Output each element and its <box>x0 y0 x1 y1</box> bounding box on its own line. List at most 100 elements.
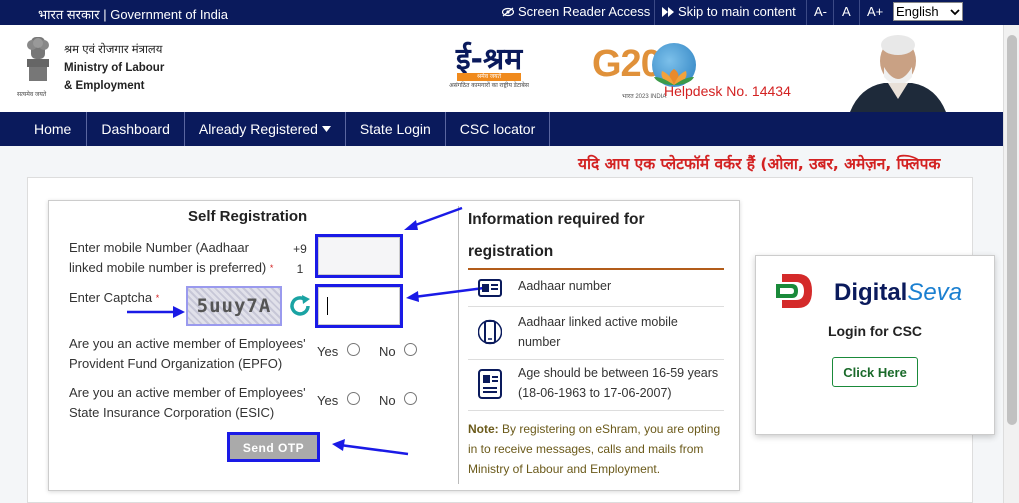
eshram-subtitle: असंगठित कामगारों का राष्ट्रीय डेटाबेस <box>449 83 529 89</box>
digital-seva-logo-icon <box>776 274 812 308</box>
info-mobile-text: Aadhaar linked active mobile number <box>518 312 678 352</box>
screen-reader-access-link[interactable]: Screen Reader Access <box>502 4 650 19</box>
mobile-label-line1: Enter mobile Number (Aadhaar <box>69 240 249 255</box>
eshram-tagline: श्रमेव जयते <box>476 74 502 80</box>
epfo-yes-label: Yes <box>317 344 339 359</box>
divider <box>833 0 834 25</box>
eshram-logo[interactable]: ई-श्रम श्रमेव जयते असंगठित कामगारों का र… <box>447 37 531 97</box>
eye-slash-icon <box>502 7 514 16</box>
skip-to-main-content-link[interactable]: Skip to main content <box>662 4 796 19</box>
emblem-caption: सत्यमेव जयते <box>17 92 47 98</box>
esic-yes-radio[interactable] <box>347 392 360 405</box>
epfo-no-radio[interactable] <box>404 343 417 356</box>
required-asterisk: * <box>155 293 160 303</box>
epfo-question: Are you an active member of Employees' P… <box>69 334 306 374</box>
scrollbar-thumb[interactable] <box>1007 35 1017 425</box>
national-emblem-icon <box>27 37 49 81</box>
chevron-down-icon <box>950 8 960 15</box>
g20-logo-text: G20 <box>592 43 662 85</box>
country-code-line1: +9 <box>293 242 307 256</box>
mobile-number-label: Enter mobile Number (Aadhaar linked mobi… <box>69 238 273 278</box>
nav-dashboard[interactable]: Dashboard <box>87 112 185 146</box>
page-scrollbar[interactable] <box>1003 25 1019 503</box>
language-value: English <box>896 4 939 19</box>
main-navigation: Home Dashboard Already Registered State … <box>0 112 1003 146</box>
nav-already-registered[interactable]: Already Registered <box>185 112 346 146</box>
site-header: सत्यमेव जयते श्रम एवं रोजगार मंत्रालय Mi… <box>0 25 1019 112</box>
info-mobile-line1: Aadhaar linked active mobile <box>518 315 678 329</box>
info-item-age: Age should be between 16-59 years (18-06… <box>468 360 724 411</box>
info-title-line2: registration <box>468 243 554 260</box>
nav-state-login[interactable]: State Login <box>346 112 446 146</box>
registration-note: Note: By registering on eShram, you are … <box>468 419 726 479</box>
country-code-line2: 1 <box>296 262 304 276</box>
eshram-logo-text: ई-श्रम <box>455 42 523 77</box>
divider <box>859 0 860 25</box>
mobile-input-highlight <box>315 234 403 278</box>
font-increase-button[interactable]: A+ <box>867 4 883 19</box>
note-line3: Ministry of Labour and Employment. <box>468 462 661 476</box>
note-line1: By registering on eShram, you are opting <box>498 422 721 436</box>
nav-csc-locator[interactable]: CSC locator <box>446 112 551 146</box>
epfo-no-label: No <box>379 344 396 359</box>
csc-click-here-button[interactable]: Click Here <box>832 357 918 387</box>
info-age-line1: Age should be between 16-59 years <box>518 366 719 380</box>
esic-no-radio[interactable] <box>404 392 417 405</box>
information-required-title: Information required for registration <box>468 204 728 268</box>
country-code-prefix: +9 1 <box>293 239 307 279</box>
epfo-yes-radio[interactable] <box>347 343 360 356</box>
annotation-arrow <box>332 439 409 456</box>
ministry-name: श्रम एवं रोजगार मंत्रालय Ministry of Lab… <box>64 41 164 95</box>
epfo-label-line1: Are you an active member of Employees' <box>69 336 306 351</box>
esic-label-line2: State Insurance Corporation (ESIC) <box>69 405 275 420</box>
info-age-line2: (18-06-1963 to 17-06-2007) <box>518 386 672 400</box>
ministry-name-line2: & Employment <box>64 80 145 92</box>
skip-label: Skip to main content <box>678 4 796 19</box>
info-title-line1: Information required for <box>468 211 645 228</box>
info-item-mobile: Aadhaar linked active mobile number <box>468 307 724 360</box>
ministry-name-hindi: श्रम एवं रोजगार मंत्रालय <box>64 44 163 56</box>
mobile-label-line2: linked mobile number is preferred) <box>69 260 267 275</box>
caret-down-icon <box>321 126 331 132</box>
nav-csc-locator-label: CSC locator <box>459 121 536 137</box>
nav-home[interactable]: Home <box>0 112 88 146</box>
info-aadhaar-text: Aadhaar number <box>518 279 612 293</box>
screen-reader-label: Screen Reader Access <box>518 4 651 19</box>
font-decrease-button[interactable]: A- <box>814 4 827 19</box>
esic-question: Are you an active member of Employees' S… <box>69 383 306 423</box>
government-top-bar: भारत सरकार | Government of India Screen … <box>0 0 1019 25</box>
prime-minister-photo <box>840 29 950 112</box>
required-asterisk: * <box>269 263 274 273</box>
brand-digital: Digital <box>834 279 908 306</box>
announcement-ticker: यदि आप एक प्लेटफॉर्म वर्कर हैं (ओला, उबर… <box>578 155 941 173</box>
info-age-text: Age should be between 16-59 years (18-06… <box>518 363 718 403</box>
csc-login-title: Login for CSC <box>827 323 923 339</box>
captcha-highlight <box>186 286 282 326</box>
note-line2: in to receive messages, calls and mails … <box>468 442 704 456</box>
info-item-aadhaar: Aadhaar number <box>468 270 724 307</box>
nav-state-login-label: State Login <box>359 121 431 137</box>
self-registration-title: Self Registration <box>188 208 308 225</box>
captcha-input-highlight <box>315 284 403 328</box>
esic-no-label: No <box>379 393 396 408</box>
ministry-name-line1: Ministry of Labour <box>64 62 165 74</box>
digital-seva-brand: DigitalSeva <box>834 279 962 307</box>
brand-seva: Seva <box>907 279 963 306</box>
divider <box>654 0 655 25</box>
epfo-label-line2: Provident Fund Organization (EPFO) <box>69 356 283 371</box>
g20-year: भारत 2023 INDIA <box>622 94 667 100</box>
id-card-icon <box>478 369 502 399</box>
info-mobile-line2: number <box>518 335 561 349</box>
note-label: Note: <box>468 422 499 436</box>
send-otp-highlight <box>227 432 320 462</box>
divider <box>806 0 807 25</box>
helpdesk-number: Helpdesk No. 14434 <box>664 83 791 99</box>
refresh-captcha-icon[interactable] <box>288 294 312 318</box>
nav-dashboard-label: Dashboard <box>101 121 170 137</box>
font-normal-button[interactable]: A <box>842 4 851 19</box>
esic-label-line1: Are you an active member of Employees' <box>69 385 306 400</box>
government-of-india-text: भारत सरकार | Government of India <box>38 7 229 22</box>
annotation-arrow <box>127 306 185 318</box>
language-select[interactable]: English <box>893 2 963 21</box>
esic-yes-label: Yes <box>317 393 339 408</box>
